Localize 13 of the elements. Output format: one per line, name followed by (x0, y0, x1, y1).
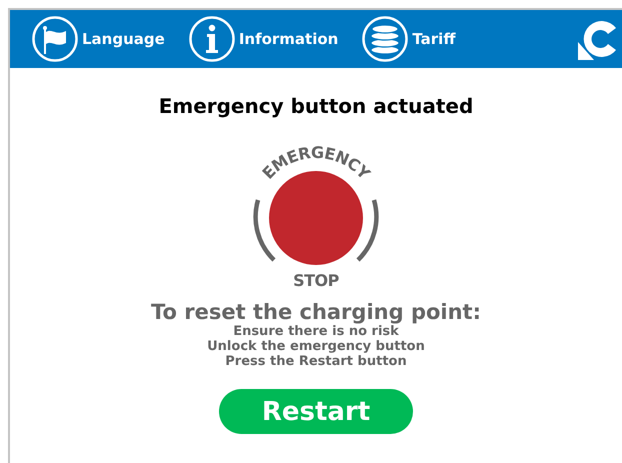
page-title: Emergency button actuated (158, 94, 474, 118)
restart-button[interactable]: Restart (219, 389, 413, 434)
instruction-step: Press the Restart button (225, 354, 407, 369)
instruction-step: Ensure there is no risk (233, 324, 399, 339)
instructions-heading: To reset the charging point: (150, 300, 481, 324)
instruction-step: Unlock the emergency button (207, 339, 425, 354)
info-icon (188, 16, 235, 62)
nav-button[interactable]: Language (32, 16, 165, 62)
stop-label: STOP (293, 271, 339, 288)
flag-icon (32, 16, 78, 62)
nav-button[interactable]: Information (188, 16, 338, 62)
nav-button[interactable]: Tariff (362, 16, 456, 62)
coins-icon (362, 16, 408, 62)
